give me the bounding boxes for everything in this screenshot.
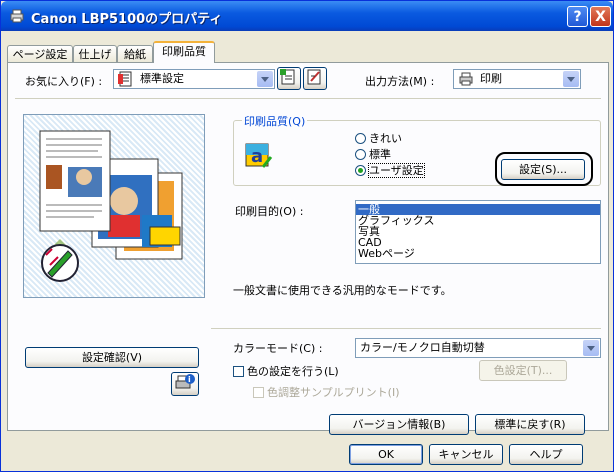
quality-standard-radio[interactable]: 標準 [355,146,391,162]
purpose-description: 一般文書に使用できる汎用的なモードです。 [233,284,452,297]
close-button[interactable]: X [590,6,611,27]
print-purpose-label: 印刷目的(O) : [235,205,304,218]
divider [211,328,601,329]
radio-indicator-selected [355,165,366,176]
color-settings-button[interactable]: 色設定(T)... [479,360,567,381]
list-item[interactable]: Webページ [356,248,600,259]
color-mode-label: カラーモード(C) : [233,342,323,355]
tab-page-setup[interactable]: ページ設定 [7,45,73,62]
chevron-down-icon[interactable] [563,71,579,87]
add-favorite-button[interactable] [277,67,301,90]
properties-window: Canon LBP5100のプロパティ ? X ページ設定 仕上げ 給紙 印刷品… [0,0,614,472]
version-info-button[interactable]: バージョン情報(B) [329,414,469,435]
color-sample-label: 色調整サンプルプリント(I) [267,386,400,399]
cancel-button[interactable]: キャンセル [429,444,503,465]
color-settings-label: 色の設定を行う(L) [247,365,339,378]
radio-indicator [355,149,366,160]
tab-paper-source[interactable]: 給紙 [117,45,153,62]
quality-fine-radio[interactable]: きれい [355,130,402,146]
quality-standard-label: 標準 [369,148,391,161]
checkbox-box [233,366,244,377]
checkbox-box [253,387,264,398]
print-purpose-list[interactable]: 一般 グラフィックス 写真 CAD Webページ [355,200,601,264]
output-method-select[interactable]: 印刷 [453,69,581,89]
quality-icon: a [245,143,273,168]
color-mode-value: カラー/モノクロ自動切替 [360,341,485,354]
color-mode-select[interactable]: カラー/モノクロ自動切替 [355,338,601,358]
list-item[interactable]: グラフィックス [356,215,600,226]
highlight-callout [495,152,593,186]
favorites-value: 標準設定 [140,72,184,85]
help-button[interactable]: ヘルプ [509,444,583,465]
title-bar[interactable]: Canon LBP5100のプロパティ ? X [1,1,613,31]
print-preview-image [23,114,205,298]
window-title: Canon LBP5100のプロパティ [31,12,223,27]
favorites-label: お気に入り(F) : [25,75,103,88]
edit-favorite-button[interactable] [303,67,327,90]
quality-user-radio[interactable]: ユーザ設定 [355,162,425,178]
printer-info-button[interactable]: i [171,372,199,396]
svg-text:a: a [251,146,263,167]
color-sample-checkbox[interactable]: 色調整サンプルプリント(I) [253,384,400,400]
printer-icon [10,9,24,23]
preview-illustration [39,130,183,282]
list-item[interactable]: 写真 [356,226,600,237]
restore-defaults-button[interactable]: 標準に戻す(R) [475,414,585,435]
color-settings-checkbox[interactable]: 色の設定を行う(L) [233,363,339,379]
help-title-button[interactable]: ? [567,6,588,27]
chevron-down-icon[interactable] [257,71,273,87]
favorites-icon [118,71,132,87]
confirm-settings-button[interactable]: 設定確認(V) [25,347,199,368]
quality-fine-label: きれい [369,132,402,145]
add-favorite-icon [280,69,295,85]
radio-indicator [355,133,366,144]
favorites-select[interactable]: 標準設定 [113,69,275,89]
divider [15,98,601,99]
ok-button[interactable]: OK [349,444,423,465]
tab-finishing[interactable]: 仕上げ [73,45,117,62]
chevron-down-icon[interactable] [583,340,599,356]
svg-text:i: i [188,375,191,384]
output-method-label: 出力方法(M) : [365,75,435,88]
print-quality-group-title: 印刷品質(Q) [242,113,308,129]
output-method-value: 印刷 [480,72,502,85]
quality-user-label: ユーザ設定 [368,163,425,178]
edit-favorite-icon [307,69,321,85]
printer-info-icon: i [175,374,195,389]
tab-print-quality[interactable]: 印刷品質 [153,41,215,63]
print-icon [459,72,473,86]
